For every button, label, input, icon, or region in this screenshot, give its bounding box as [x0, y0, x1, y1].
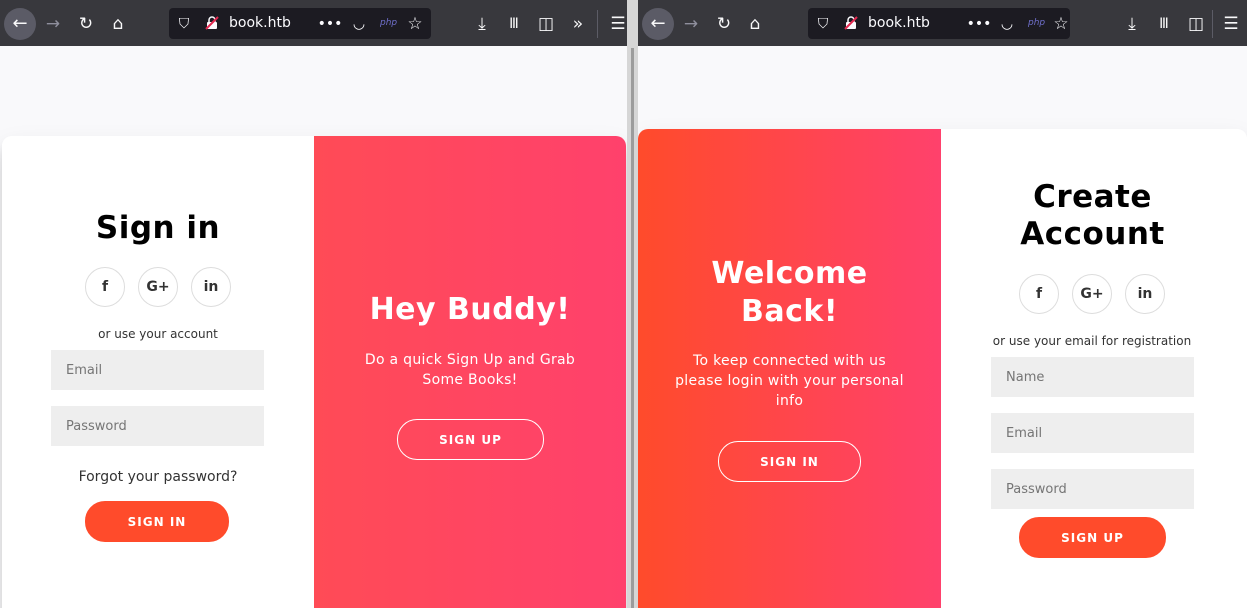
- auth-card-signup: Welcome Back! To keep connected with us …: [638, 129, 1247, 608]
- toolbar-divider: [597, 10, 598, 38]
- overflow-icon[interactable]: »: [563, 9, 593, 39]
- forward-icon[interactable]: →: [676, 9, 706, 39]
- browser-window-right: ← → ↻ ⌂ ⛉ book.htb ••• ◡ php ☆ ⤓ Ⅲ ◫ ☰ W…: [638, 0, 1247, 608]
- overlay-text: Do a quick Sign Up and Grab Some Books!: [364, 352, 576, 388]
- browser-toolbar: ← → ↻ ⌂ ⛉ book.htb ••• ◡ php ☆ ⤓ Ⅲ ◫ » ☰: [0, 0, 627, 46]
- sidebar-icon[interactable]: ◫: [531, 9, 561, 39]
- page-actions-icon[interactable]: •••: [967, 8, 992, 39]
- forward-icon[interactable]: →: [38, 9, 68, 39]
- google-plus-icon[interactable]: G+: [138, 267, 178, 307]
- signup-title: Create Account: [1020, 179, 1165, 252]
- sidebar-icon[interactable]: ◫: [1181, 9, 1211, 39]
- back-icon[interactable]: ←: [642, 8, 674, 40]
- email-field[interactable]: [51, 350, 264, 390]
- insecure-lock-icon[interactable]: [844, 16, 858, 30]
- url-bar[interactable]: ⛉ book.htb ••• ◡ php ☆: [169, 8, 431, 39]
- overlay-title: Welcome Back!: [711, 256, 868, 329]
- php-badge: php: [380, 18, 398, 28]
- shield-icon[interactable]: ⛉: [175, 8, 193, 39]
- pocket-icon[interactable]: ◡: [349, 8, 369, 39]
- library-icon[interactable]: Ⅲ: [1149, 9, 1179, 39]
- insecure-lock-icon[interactable]: [205, 16, 219, 30]
- ghost-signup-button[interactable]: SIGN UP: [397, 419, 544, 460]
- window-splitter[interactable]: [627, 0, 638, 608]
- password-field[interactable]: [991, 469, 1194, 509]
- url-bar[interactable]: ⛉ book.htb ••• ◡ php ☆: [808, 8, 1070, 39]
- reload-icon[interactable]: ↻: [709, 9, 739, 39]
- signin-button[interactable]: SIGN IN: [85, 501, 229, 542]
- reload-icon[interactable]: ↻: [71, 9, 101, 39]
- google-plus-icon[interactable]: G+: [1072, 274, 1112, 314]
- signup-button[interactable]: SIGN UP: [1019, 517, 1166, 558]
- menu-icon[interactable]: ☰: [603, 9, 627, 39]
- shield-icon[interactable]: ⛉: [814, 8, 832, 39]
- name-field[interactable]: [991, 357, 1194, 397]
- social-links: f G+ in: [939, 274, 1245, 314]
- download-icon[interactable]: ⤓: [1117, 9, 1147, 39]
- signin-overlay-panel: Welcome Back! To keep connected with us …: [638, 129, 941, 608]
- overlay-title: Hey Buddy!: [369, 292, 571, 327]
- browser-window-left: ← → ↻ ⌂ ⛉ book.htb ••• ◡ php ☆ ⤓ Ⅲ ◫ » ☰…: [0, 0, 627, 608]
- download-icon[interactable]: ⤓: [467, 9, 497, 39]
- facebook-icon[interactable]: f: [1019, 274, 1059, 314]
- signin-form-panel: Sign in f G+ in or use your account Forg…: [2, 136, 314, 608]
- social-links: f G+ in: [2, 267, 314, 307]
- php-badge: php: [1028, 18, 1046, 28]
- signup-form-panel: Create Account f G+ in or use your email…: [941, 129, 1247, 608]
- browser-toolbar: ← → ↻ ⌂ ⛉ book.htb ••• ◡ php ☆ ⤓ Ⅲ ◫ ☰: [638, 0, 1247, 46]
- url-text: book.htb: [229, 15, 291, 31]
- facebook-icon[interactable]: f: [85, 267, 125, 307]
- password-field[interactable]: [51, 406, 264, 446]
- back-icon[interactable]: ←: [4, 8, 36, 40]
- home-icon[interactable]: ⌂: [740, 9, 770, 39]
- toolbar-divider: [1212, 10, 1213, 38]
- page-actions-icon[interactable]: •••: [318, 8, 343, 39]
- ghost-signin-button[interactable]: SIGN IN: [718, 441, 861, 482]
- pocket-icon[interactable]: ◡: [997, 8, 1017, 39]
- auth-card-signin: Sign in f G+ in or use your account Forg…: [2, 136, 626, 608]
- alt-login-text: or use your account: [98, 327, 218, 341]
- signup-overlay-panel: Hey Buddy! Do a quick Sign Up and Grab S…: [314, 136, 626, 608]
- signin-title: Sign in: [95, 210, 221, 246]
- menu-icon[interactable]: ☰: [1216, 9, 1246, 39]
- linkedin-icon[interactable]: in: [191, 267, 231, 307]
- alt-register-text: or use your email for registration: [992, 334, 1192, 348]
- library-icon[interactable]: Ⅲ: [499, 9, 529, 39]
- home-icon[interactable]: ⌂: [103, 9, 133, 39]
- forgot-password-link[interactable]: Forgot your password?: [2, 469, 314, 485]
- bookmark-star-icon[interactable]: ☆: [1052, 8, 1070, 39]
- linkedin-icon[interactable]: in: [1125, 274, 1165, 314]
- bookmark-star-icon[interactable]: ☆: [405, 8, 425, 39]
- overlay-text: To keep connected with us please login w…: [675, 353, 904, 409]
- email-field[interactable]: [991, 413, 1194, 453]
- url-text: book.htb: [868, 15, 930, 31]
